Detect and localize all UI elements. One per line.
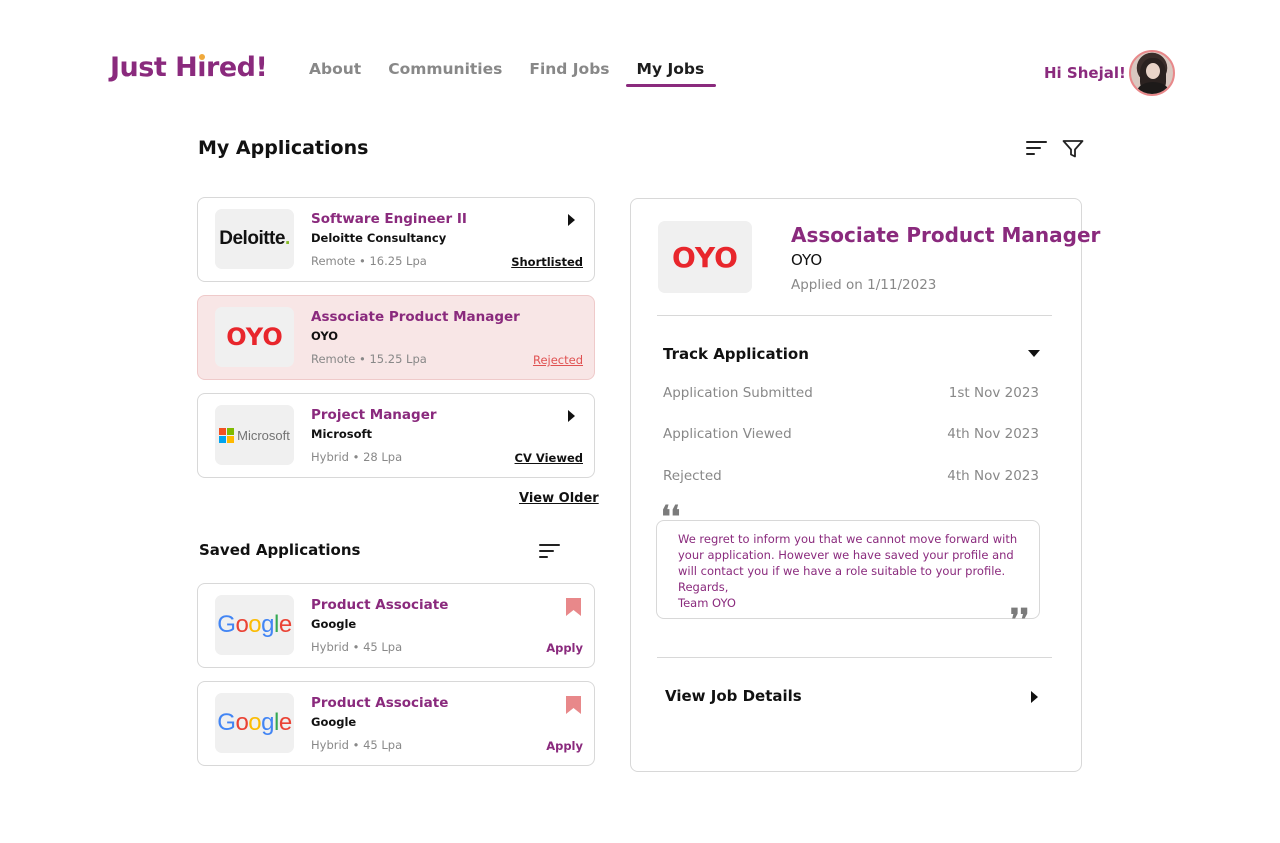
google-logo: Google bbox=[217, 611, 292, 638]
view-older-link[interactable]: View Older bbox=[519, 491, 599, 506]
saved-applications-title: Saved Applications bbox=[199, 541, 361, 559]
message-line: your application. However we have saved … bbox=[678, 548, 1014, 562]
job-meta: Remote • 16.25 Lpa bbox=[311, 254, 427, 268]
microsoft-logo: Microsoft bbox=[219, 427, 290, 443]
application-card-deloitte[interactable]: Deloitte. Software Engineer II Deloitte … bbox=[197, 197, 595, 282]
track-step: Application Submitted 1st Nov 2023 bbox=[663, 385, 1039, 401]
message-line: will contact you if we have a role suita… bbox=[678, 564, 1006, 578]
job-title[interactable]: Software Engineer II bbox=[311, 211, 467, 227]
deloitte-logo: Deloitte. bbox=[219, 228, 290, 249]
apply-button[interactable]: Apply bbox=[546, 739, 583, 753]
job-title[interactable]: Project Manager bbox=[311, 407, 437, 423]
step-label: Application Viewed bbox=[663, 426, 792, 442]
application-card-microsoft[interactable]: Microsoft Project Manager Microsoft Hybr… bbox=[197, 393, 595, 478]
job-meta: Hybrid • 45 Lpa bbox=[311, 738, 403, 752]
open-quote-icon: ❛❛ bbox=[661, 500, 681, 535]
application-status[interactable]: Rejected bbox=[533, 353, 583, 367]
divider bbox=[657, 657, 1052, 658]
microsoft-grid-icon bbox=[219, 427, 235, 443]
nav-my-jobs[interactable]: My Jobs bbox=[625, 60, 716, 87]
job-title[interactable]: Product Associate bbox=[311, 597, 448, 613]
application-status[interactable]: Shortlisted bbox=[511, 255, 583, 269]
step-date: 4th Nov 2023 bbox=[947, 468, 1039, 484]
avatar-body bbox=[1137, 82, 1169, 94]
detail-job-title: Associate Product Manager bbox=[791, 223, 1101, 247]
filter-icon[interactable] bbox=[1062, 139, 1084, 159]
track-step: Rejected 4th Nov 2023 bbox=[663, 468, 1039, 484]
saved-card-google-1[interactable]: Google Product Associate Google Hybrid •… bbox=[197, 583, 595, 668]
user-avatar[interactable] bbox=[1129, 50, 1175, 96]
job-title[interactable]: Associate Product Manager bbox=[311, 309, 520, 325]
company-logo-deloitte: Deloitte. bbox=[215, 209, 294, 269]
detail-company-logo: OYO bbox=[658, 221, 752, 293]
company-name: Deloitte Consultancy bbox=[311, 231, 447, 245]
view-job-details-button[interactable]: View Job Details bbox=[665, 687, 802, 705]
play-arrow-icon[interactable] bbox=[568, 410, 575, 422]
just-hired-logo[interactable]: Just Hıred! bbox=[110, 52, 268, 83]
google-logo: Google bbox=[217, 709, 292, 736]
job-meta: Hybrid • 28 Lpa bbox=[311, 450, 403, 464]
company-name: Google bbox=[311, 617, 357, 631]
saved-sort-icon[interactable] bbox=[539, 544, 560, 562]
company-logo-microsoft: Microsoft bbox=[215, 405, 294, 465]
user-greeting: Hi Shejal! bbox=[1044, 64, 1126, 82]
step-label: Rejected bbox=[663, 468, 722, 484]
chevron-right-icon[interactable] bbox=[1031, 691, 1038, 703]
rejection-message: We regret to inform you that we cannot m… bbox=[656, 520, 1040, 619]
company-name: OYO bbox=[311, 329, 339, 343]
track-step: Application Viewed 4th Nov 2023 bbox=[663, 426, 1039, 442]
step-date: 1st Nov 2023 bbox=[948, 385, 1039, 401]
play-arrow-icon[interactable] bbox=[568, 214, 575, 226]
oyo-logo: OYO bbox=[672, 240, 738, 274]
message-line: We regret to inform you that we cannot m… bbox=[678, 532, 1018, 546]
apply-button[interactable]: Apply bbox=[546, 641, 583, 655]
job-title[interactable]: Product Associate bbox=[311, 695, 448, 711]
message-line: Team OYO bbox=[678, 596, 736, 610]
company-logo-google: Google bbox=[215, 595, 294, 655]
bookmark-icon[interactable] bbox=[566, 598, 581, 616]
step-date: 4th Nov 2023 bbox=[947, 426, 1039, 442]
detail-applied-date: Applied on 1/11/2023 bbox=[791, 277, 937, 293]
divider bbox=[657, 315, 1052, 316]
avatar-face bbox=[1146, 63, 1160, 79]
sort-icon[interactable] bbox=[1026, 141, 1047, 159]
close-quote-icon: ❜❜ bbox=[1010, 603, 1030, 638]
oyo-logo: OYO bbox=[226, 323, 283, 351]
nav-communities[interactable]: Communities bbox=[388, 60, 502, 78]
detail-company: OYO bbox=[791, 251, 823, 269]
job-meta: Hybrid • 45 Lpa bbox=[311, 640, 403, 654]
main-nav: About Communities Find Jobs My Jobs bbox=[309, 60, 731, 87]
application-card-oyo[interactable]: OYO Associate Product Manager OYO Remote… bbox=[197, 295, 595, 380]
message-line: Regards, bbox=[678, 580, 729, 594]
job-meta: Remote • 15.25 Lpa bbox=[311, 352, 427, 366]
track-application-title[interactable]: Track Application bbox=[663, 345, 809, 363]
application-detail-panel: OYO Associate Product Manager OYO Applie… bbox=[630, 198, 1100, 772]
company-name: Google bbox=[311, 715, 357, 729]
bookmark-icon[interactable] bbox=[566, 696, 581, 714]
nav-about[interactable]: About bbox=[309, 60, 361, 78]
chevron-down-icon[interactable] bbox=[1028, 350, 1040, 357]
company-name: Microsoft bbox=[311, 427, 373, 441]
nav-find-jobs[interactable]: Find Jobs bbox=[529, 60, 609, 78]
application-status[interactable]: CV Viewed bbox=[515, 451, 583, 465]
my-applications-title: My Applications bbox=[198, 137, 369, 159]
company-logo-oyo: OYO bbox=[215, 307, 294, 367]
company-logo-google: Google bbox=[215, 693, 294, 753]
saved-card-google-2[interactable]: Google Product Associate Google Hybrid •… bbox=[197, 681, 595, 766]
step-label: Application Submitted bbox=[663, 385, 813, 401]
